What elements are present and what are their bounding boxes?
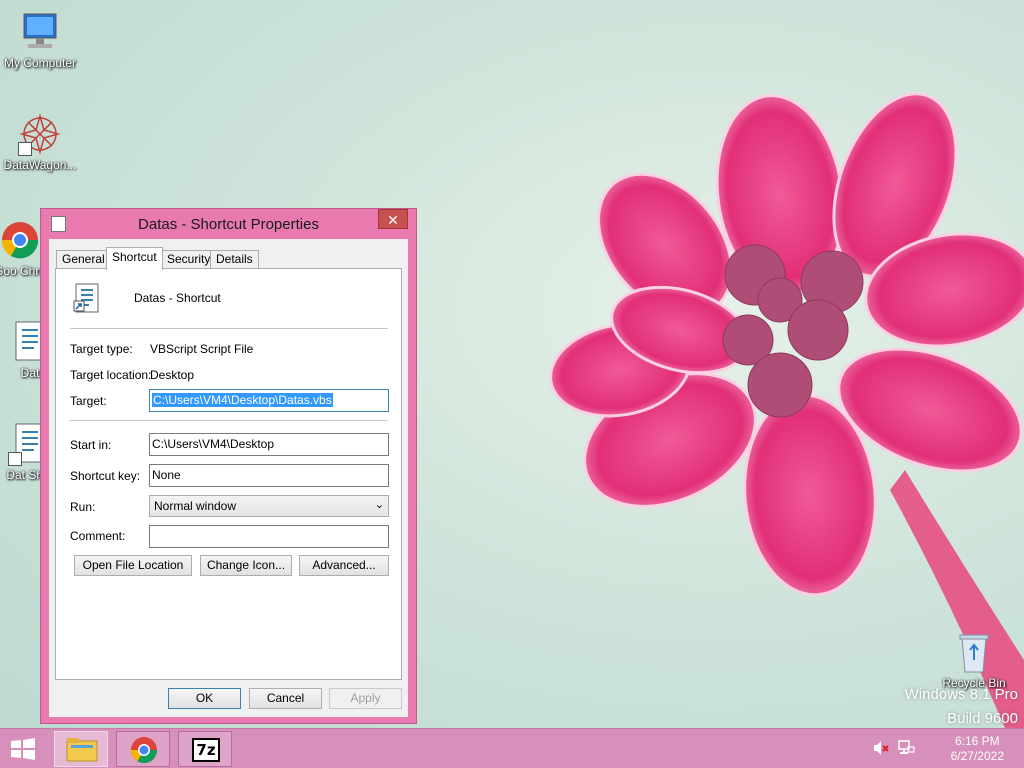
close-icon: ✕ — [387, 212, 399, 228]
recycle-bin-icon — [952, 630, 996, 674]
7zip-icon: 7z — [192, 738, 220, 762]
ok-button[interactable]: OK — [168, 688, 241, 709]
target-type-label: Target type: — [70, 342, 133, 356]
start-button[interactable] — [8, 737, 38, 761]
tray-network[interactable] — [897, 739, 915, 759]
desktop-icon-recycle-bin[interactable]: Recycle Bin — [934, 630, 1014, 690]
desktop-icon-my-computer[interactable]: My Computer — [0, 10, 80, 70]
windows-logo-icon — [11, 738, 35, 760]
apply-button[interactable]: Apply — [329, 688, 402, 709]
chevron-down-icon: ⌄ — [374, 499, 384, 511]
target-location-value: Desktop — [150, 368, 195, 382]
shortcut-key-label: Shortcut key: — [70, 469, 141, 483]
run-label: Run: — [70, 500, 96, 514]
datawagon-icon — [18, 112, 62, 156]
start-in-input[interactable]: C:\Users\VM4\Desktop — [149, 433, 389, 456]
clock-time: 6:16 PM — [954, 734, 1000, 748]
taskbar-chrome[interactable] — [116, 731, 170, 767]
taskbar-file-explorer[interactable] — [54, 731, 108, 767]
comment-label: Comment: — [70, 529, 126, 543]
close-button[interactable]: ✕ — [378, 209, 408, 229]
script-file-icon — [73, 283, 101, 313]
change-icon-button[interactable]: Change Icon... — [200, 555, 292, 576]
shortcut-arrow-icon — [18, 142, 32, 156]
network-icon — [898, 740, 915, 754]
tab-shortcut[interactable]: Shortcut — [106, 247, 163, 270]
chrome-icon — [0, 218, 42, 262]
taskbar-7zip[interactable]: 7z — [178, 731, 232, 767]
desktop-icon-label: DataWagon... — [3, 158, 77, 172]
run-select-value: Normal window — [154, 499, 237, 513]
shortcut-properties-dialog: Datas - Shortcut Properties ✕ General Sh… — [40, 208, 417, 724]
shortcut-tab-panel: Datas - Shortcut Target type: VBScript S… — [55, 268, 402, 680]
shortcut-arrow-icon — [8, 452, 22, 466]
separator — [70, 328, 388, 329]
cancel-button[interactable]: Cancel — [249, 688, 322, 709]
computer-icon — [18, 10, 62, 54]
desktop-icon-label: Recycle Bin — [942, 676, 1006, 690]
system-clock[interactable]: 6:16 PM 6/27/2022 — [951, 734, 1004, 764]
run-select[interactable]: Normal window ⌄ — [149, 495, 389, 517]
dialog-titlebar[interactable]: Datas - Shortcut Properties ✕ — [41, 209, 416, 239]
taskbar: 7z 6:16 PM 6/27/2022 — [0, 728, 1024, 768]
chrome-icon — [130, 737, 158, 764]
tab-security[interactable]: Security — [161, 250, 217, 269]
dialog-client: General Shortcut Security Details Datas … — [49, 239, 408, 717]
dialog-title: Datas - Shortcut Properties — [138, 216, 319, 233]
clock-date: 6/27/2022 — [950, 749, 1004, 763]
separator — [70, 420, 388, 421]
target-type-value: VBScript Script File — [150, 342, 254, 356]
desktop-icon-label: My Computer — [3, 56, 77, 70]
shortcut-name: Datas - Shortcut — [134, 291, 221, 305]
tab-general[interactable]: General — [56, 250, 111, 269]
tray-speaker-muted[interactable] — [873, 739, 889, 759]
start-in-label: Start in: — [70, 438, 112, 452]
target-input[interactable]: C:\Users\VM4\Desktop\Datas.vbs — [149, 389, 389, 412]
open-file-location-button[interactable]: Open File Location — [74, 555, 192, 576]
desktop-icon-datawagon[interactable]: DataWagon... — [0, 112, 80, 172]
target-label: Target: — [70, 394, 107, 408]
target-input-value: C:\Users\VM4\Desktop\Datas.vbs — [152, 393, 333, 407]
speaker-muted-icon — [874, 741, 889, 755]
tab-details[interactable]: Details — [210, 250, 259, 269]
advanced-button[interactable]: Advanced... — [299, 555, 389, 576]
target-location-label: Target location: — [70, 368, 152, 382]
os-watermark-line2: Build 9600 — [947, 710, 1018, 727]
comment-input[interactable] — [149, 525, 389, 548]
folder-icon — [66, 738, 98, 762]
shortcut-key-input[interactable]: None — [149, 464, 389, 487]
